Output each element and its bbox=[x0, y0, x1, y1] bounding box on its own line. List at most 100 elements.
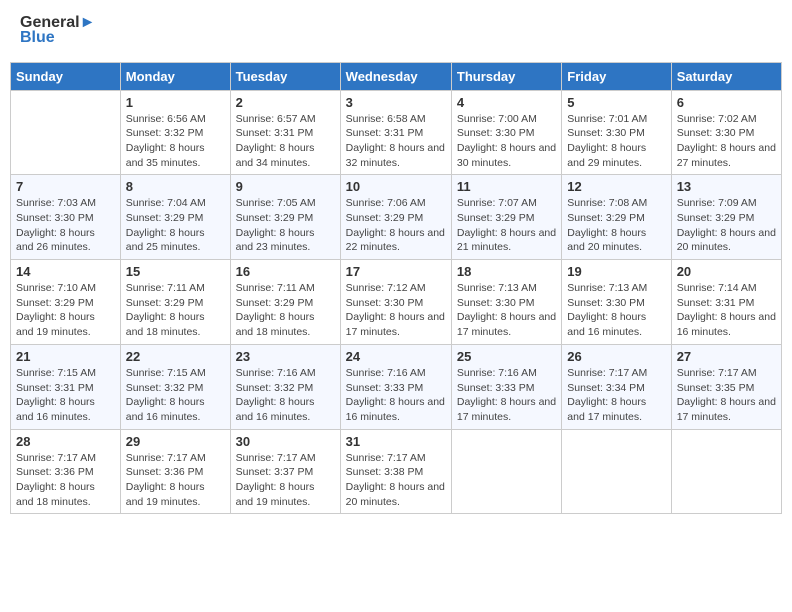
weekday-header-thursday: Thursday bbox=[451, 62, 561, 90]
weekday-header-wednesday: Wednesday bbox=[340, 62, 451, 90]
day-info: Sunrise: 7:16 AMSunset: 3:33 PMDaylight:… bbox=[346, 366, 446, 425]
calendar-day-cell: 26 Sunrise: 7:17 AMSunset: 3:34 PMDayligh… bbox=[562, 344, 671, 429]
calendar-day-cell: 15 Sunrise: 7:11 AMSunset: 3:29 PMDayligh… bbox=[120, 260, 230, 345]
day-number: 18 bbox=[457, 264, 556, 279]
day-number: 10 bbox=[346, 179, 446, 194]
day-info: Sunrise: 7:17 AMSunset: 3:34 PMDaylight:… bbox=[567, 366, 665, 425]
day-info: Sunrise: 7:11 AMSunset: 3:29 PMDaylight:… bbox=[126, 281, 225, 340]
weekday-header-tuesday: Tuesday bbox=[230, 62, 340, 90]
day-number: 13 bbox=[677, 179, 776, 194]
day-number: 27 bbox=[677, 349, 776, 364]
calendar-day-cell: 22 Sunrise: 7:15 AMSunset: 3:32 PMDayligh… bbox=[120, 344, 230, 429]
day-info: Sunrise: 6:57 AMSunset: 3:31 PMDaylight:… bbox=[236, 112, 335, 171]
day-info: Sunrise: 7:10 AMSunset: 3:29 PMDaylight:… bbox=[16, 281, 115, 340]
day-number: 4 bbox=[457, 95, 556, 110]
day-info: Sunrise: 7:07 AMSunset: 3:29 PMDaylight:… bbox=[457, 196, 556, 255]
calendar-week-row: 7 Sunrise: 7:03 AMSunset: 3:30 PMDaylight… bbox=[11, 175, 782, 260]
calendar-day-cell: 7 Sunrise: 7:03 AMSunset: 3:30 PMDaylight… bbox=[11, 175, 121, 260]
day-number: 25 bbox=[457, 349, 556, 364]
day-number: 1 bbox=[126, 95, 225, 110]
weekday-header-row: SundayMondayTuesdayWednesdayThursdayFrid… bbox=[11, 62, 782, 90]
calendar-day-cell: 19 Sunrise: 7:13 AMSunset: 3:30 PMDayligh… bbox=[562, 260, 671, 345]
calendar-day-cell: 28 Sunrise: 7:17 AMSunset: 3:36 PMDayligh… bbox=[11, 429, 121, 514]
day-number: 28 bbox=[16, 434, 115, 449]
weekday-header-friday: Friday bbox=[562, 62, 671, 90]
calendar-day-cell: 4 Sunrise: 7:00 AMSunset: 3:30 PMDaylight… bbox=[451, 90, 561, 175]
day-number: 19 bbox=[567, 264, 665, 279]
day-number: 5 bbox=[567, 95, 665, 110]
day-info: Sunrise: 7:17 AMSunset: 3:36 PMDaylight:… bbox=[16, 451, 115, 510]
calendar-day-cell: 11 Sunrise: 7:07 AMSunset: 3:29 PMDayligh… bbox=[451, 175, 561, 260]
calendar-day-cell: 16Sunrise: 7:11 AMSunset: 3:29 PMDayligh… bbox=[230, 260, 340, 345]
day-info: Sunrise: 7:17 AMSunset: 3:37 PMDaylight:… bbox=[236, 451, 335, 510]
page-header: General► Blue bbox=[10, 10, 782, 52]
logo-text-blue: Blue bbox=[20, 29, 95, 47]
weekday-header-saturday: Saturday bbox=[671, 62, 781, 90]
day-number: 11 bbox=[457, 179, 556, 194]
day-info: Sunrise: 7:15 AMSunset: 3:32 PMDaylight:… bbox=[126, 366, 225, 425]
calendar-day-cell: 17 Sunrise: 7:12 AMSunset: 3:30 PMDayligh… bbox=[340, 260, 451, 345]
day-info: Sunrise: 7:12 AMSunset: 3:30 PMDaylight:… bbox=[346, 281, 446, 340]
day-info: Sunrise: 7:01 AMSunset: 3:30 PMDaylight:… bbox=[567, 112, 665, 171]
day-number: 29 bbox=[126, 434, 225, 449]
day-info: Sunrise: 7:16 AMSunset: 3:33 PMDaylight:… bbox=[457, 366, 556, 425]
day-number: 22 bbox=[126, 349, 225, 364]
calendar-day-cell: 29 Sunrise: 7:17 AMSunset: 3:36 PMDayligh… bbox=[120, 429, 230, 514]
calendar-day-cell: 20 Sunrise: 7:14 AMSunset: 3:31 PMDayligh… bbox=[671, 260, 781, 345]
calendar-week-row: 28 Sunrise: 7:17 AMSunset: 3:36 PMDayligh… bbox=[11, 429, 782, 514]
calendar-day-cell: 31Sunrise: 7:17 AMSunset: 3:38 PMDayligh… bbox=[340, 429, 451, 514]
logo: General► Blue bbox=[20, 15, 95, 47]
calendar-day-cell: 23 Sunrise: 7:16 AMSunset: 3:32 PMDayligh… bbox=[230, 344, 340, 429]
weekday-header-monday: Monday bbox=[120, 62, 230, 90]
calendar-day-cell: 1 Sunrise: 6:56 AMSunset: 3:32 PMDaylight… bbox=[120, 90, 230, 175]
logo-triangle-icon: ► bbox=[80, 14, 96, 31]
calendar-day-cell bbox=[562, 429, 671, 514]
calendar-day-cell: 21Sunrise: 7:15 AMSunset: 3:31 PMDayligh… bbox=[11, 344, 121, 429]
day-number: 21 bbox=[16, 349, 115, 364]
calendar-day-cell: 3Sunrise: 6:58 AMSunset: 3:31 PMDaylight… bbox=[340, 90, 451, 175]
day-number: 9 bbox=[236, 179, 335, 194]
day-number: 12 bbox=[567, 179, 665, 194]
day-info: Sunrise: 7:17 AMSunset: 3:35 PMDaylight:… bbox=[677, 366, 776, 425]
calendar-day-cell: 30 Sunrise: 7:17 AMSunset: 3:37 PMDayligh… bbox=[230, 429, 340, 514]
day-info: Sunrise: 6:58 AMSunset: 3:31 PMDaylight:… bbox=[346, 112, 446, 171]
day-info: Sunrise: 7:13 AMSunset: 3:30 PMDaylight:… bbox=[457, 281, 556, 340]
day-number: 17 bbox=[346, 264, 446, 279]
calendar-day-cell: 5 Sunrise: 7:01 AMSunset: 3:30 PMDaylight… bbox=[562, 90, 671, 175]
day-number: 16 bbox=[236, 264, 335, 279]
day-info: Sunrise: 7:00 AMSunset: 3:30 PMDaylight:… bbox=[457, 112, 556, 171]
calendar-day-cell bbox=[671, 429, 781, 514]
calendar-day-cell: 25 Sunrise: 7:16 AMSunset: 3:33 PMDayligh… bbox=[451, 344, 561, 429]
calendar-day-cell: 10 Sunrise: 7:06 AMSunset: 3:29 PMDayligh… bbox=[340, 175, 451, 260]
day-info: Sunrise: 7:17 AMSunset: 3:36 PMDaylight:… bbox=[126, 451, 225, 510]
calendar-day-cell bbox=[451, 429, 561, 514]
day-info: Sunrise: 7:05 AMSunset: 3:29 PMDaylight:… bbox=[236, 196, 335, 255]
day-info: Sunrise: 7:02 AMSunset: 3:30 PMDaylight:… bbox=[677, 112, 776, 171]
day-number: 6 bbox=[677, 95, 776, 110]
day-number: 30 bbox=[236, 434, 335, 449]
calendar-day-cell: 13Sunrise: 7:09 AMSunset: 3:29 PMDayligh… bbox=[671, 175, 781, 260]
day-number: 2 bbox=[236, 95, 335, 110]
day-number: 23 bbox=[236, 349, 335, 364]
day-info: Sunrise: 7:03 AMSunset: 3:30 PMDaylight:… bbox=[16, 196, 115, 255]
day-info: Sunrise: 7:13 AMSunset: 3:30 PMDaylight:… bbox=[567, 281, 665, 340]
day-info: Sunrise: 6:56 AMSunset: 3:32 PMDaylight:… bbox=[126, 112, 225, 171]
day-info: Sunrise: 7:16 AMSunset: 3:32 PMDaylight:… bbox=[236, 366, 335, 425]
calendar-day-cell: 24Sunrise: 7:16 AMSunset: 3:33 PMDayligh… bbox=[340, 344, 451, 429]
day-number: 26 bbox=[567, 349, 665, 364]
calendar-week-row: 21Sunrise: 7:15 AMSunset: 3:31 PMDayligh… bbox=[11, 344, 782, 429]
calendar-day-cell: 18 Sunrise: 7:13 AMSunset: 3:30 PMDayligh… bbox=[451, 260, 561, 345]
weekday-header-sunday: Sunday bbox=[11, 62, 121, 90]
calendar-table: SundayMondayTuesdayWednesdayThursdayFrid… bbox=[10, 62, 782, 515]
day-number: 7 bbox=[16, 179, 115, 194]
day-number: 31 bbox=[346, 434, 446, 449]
calendar-day-cell bbox=[11, 90, 121, 175]
calendar-week-row: 1 Sunrise: 6:56 AMSunset: 3:32 PMDaylight… bbox=[11, 90, 782, 175]
calendar-day-cell: 2 Sunrise: 6:57 AMSunset: 3:31 PMDaylight… bbox=[230, 90, 340, 175]
day-number: 8 bbox=[126, 179, 225, 194]
day-info: Sunrise: 7:14 AMSunset: 3:31 PMDaylight:… bbox=[677, 281, 776, 340]
day-info: Sunrise: 7:06 AMSunset: 3:29 PMDaylight:… bbox=[346, 196, 446, 255]
day-number: 20 bbox=[677, 264, 776, 279]
day-number: 15 bbox=[126, 264, 225, 279]
calendar-day-cell: 6 Sunrise: 7:02 AMSunset: 3:30 PMDaylight… bbox=[671, 90, 781, 175]
